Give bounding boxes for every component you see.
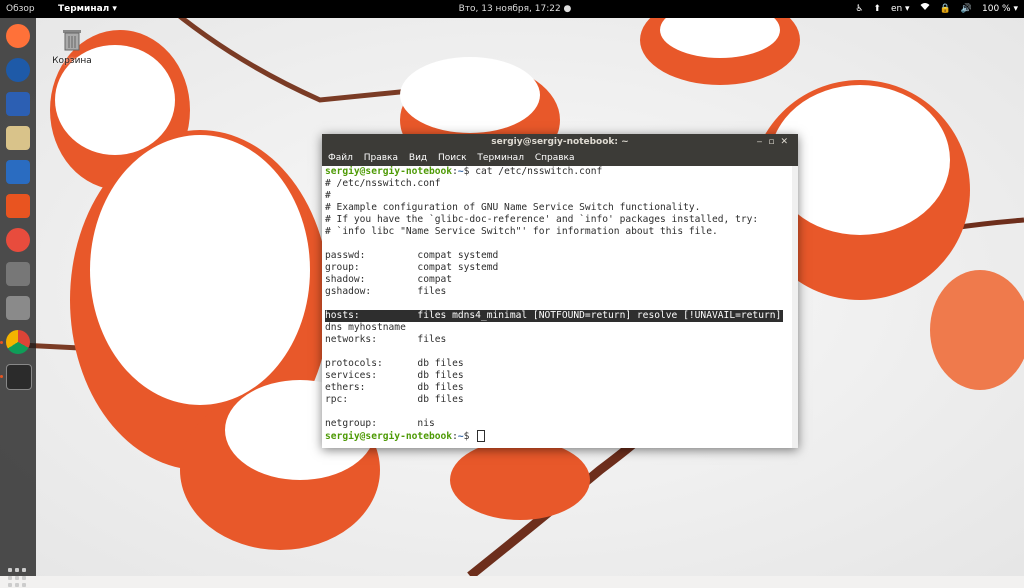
help-icon[interactable] bbox=[6, 228, 30, 252]
title-bar[interactable]: sergiy@sergiy-notebook: ~ ‒▫✕ bbox=[322, 134, 798, 150]
battery-status[interactable]: 100 % ▾ bbox=[982, 0, 1018, 18]
menu-bar: Файл Правка Вид Поиск Терминал Справка bbox=[322, 150, 798, 166]
language-indicator[interactable]: en ▾ bbox=[891, 0, 910, 18]
output-line: rpc: db files bbox=[325, 394, 464, 405]
top-bar: Обзор Терминал ▾ Вто, 13 ноября, 17:22 ●… bbox=[0, 0, 1024, 18]
prompt-sign: $ bbox=[463, 431, 470, 442]
terminal-window[interactable]: sergiy@sergiy-notebook: ~ ‒▫✕ Файл Правк… bbox=[322, 134, 798, 448]
text-cursor bbox=[477, 430, 486, 442]
prompt-line[interactable]: sergiy@sergiy-notebook:~$ bbox=[325, 430, 486, 442]
scrollbar[interactable] bbox=[792, 166, 798, 448]
menu-file[interactable]: Файл bbox=[328, 153, 353, 163]
menu-edit[interactable]: Правка bbox=[364, 153, 398, 163]
firefox-icon[interactable] bbox=[6, 24, 30, 48]
output-line: services: db files bbox=[325, 370, 464, 381]
menu-search[interactable]: Поиск bbox=[438, 153, 467, 163]
command-line: sergiy@sergiy-notebook:~$ cat /etc/nsswi… bbox=[325, 166, 603, 177]
lock-icon[interactable]: 🔒 bbox=[940, 0, 951, 18]
thunderbird-icon[interactable] bbox=[6, 58, 30, 82]
trash-icon bbox=[63, 30, 81, 51]
rhythmbox-icon[interactable] bbox=[6, 126, 30, 150]
disks-icon[interactable] bbox=[6, 262, 30, 286]
minimize-icon[interactable]: ‒ bbox=[757, 137, 769, 147]
output-line: networks: files bbox=[325, 334, 447, 345]
output-line: # If you have the `glibc-doc-reference' … bbox=[325, 214, 759, 225]
menu-terminal[interactable]: Терминал bbox=[477, 153, 524, 163]
prompt-user: sergiy@sergiy-notebook bbox=[325, 166, 453, 177]
trash-desktop-item[interactable]: Корзина bbox=[48, 28, 96, 66]
activities-button[interactable]: Обзор bbox=[6, 0, 35, 18]
output-line: group: compat systemd bbox=[325, 262, 499, 273]
output-line: shadow: compat bbox=[325, 274, 453, 285]
files-icon[interactable] bbox=[6, 92, 30, 116]
settings-tools-icon[interactable] bbox=[6, 296, 30, 320]
accessibility-icon[interactable]: ♿ bbox=[855, 0, 863, 18]
menu-view[interactable]: Вид bbox=[409, 153, 427, 163]
window-title: sergiy@sergiy-notebook: ~ bbox=[491, 137, 629, 147]
output-line: ethers: db files bbox=[325, 382, 464, 393]
app-menu-button[interactable]: Терминал ▾ bbox=[58, 0, 117, 18]
system-tray[interactable]: ♿ ⬆ en ▾ 🔒 🔊 100 % ▾ bbox=[855, 0, 1018, 18]
libreoffice-writer-icon[interactable] bbox=[6, 160, 30, 184]
output-line: # Example configuration of GNU Name Serv… bbox=[325, 202, 701, 213]
output-line: protocols: db files bbox=[325, 358, 464, 369]
output-line: gshadow: files bbox=[325, 286, 447, 297]
running-indicator bbox=[0, 375, 3, 378]
dock bbox=[0, 18, 36, 588]
output-line: netgroup: nis bbox=[325, 418, 435, 429]
prompt-user: sergiy@sergiy-notebook bbox=[325, 431, 453, 442]
terminal-output[interactable]: sergiy@sergiy-notebook:~$ cat /etc/nsswi… bbox=[322, 166, 798, 448]
output-line: # /etc/nsswitch.conf bbox=[325, 178, 441, 189]
trash-label: Корзина bbox=[52, 56, 92, 66]
output-line: # `info libc "Name Service Switch"' for … bbox=[325, 226, 718, 237]
update-icon[interactable]: ⬆ bbox=[873, 0, 881, 18]
output-line: # bbox=[325, 190, 331, 201]
clock[interactable]: Вто, 13 ноября, 17:22 ● bbox=[440, 0, 590, 18]
command-text: cat /etc/nsswitch.conf bbox=[469, 166, 603, 177]
chrome-icon[interactable] bbox=[6, 330, 30, 354]
wifi-icon[interactable] bbox=[920, 0, 930, 18]
menu-help[interactable]: Справка bbox=[535, 153, 575, 163]
volume-icon[interactable]: 🔊 bbox=[961, 0, 972, 18]
output-line: dns myhostname bbox=[325, 322, 406, 333]
show-applications-icon[interactable] bbox=[8, 568, 28, 588]
maximize-icon[interactable]: ▫ bbox=[768, 137, 780, 147]
selected-output-line: hosts: files mdns4_minimal [NOTFOUND=ret… bbox=[325, 310, 784, 322]
software-center-icon[interactable] bbox=[6, 194, 30, 218]
close-icon[interactable]: ✕ bbox=[780, 137, 794, 147]
terminal-icon[interactable] bbox=[6, 364, 32, 390]
running-indicator bbox=[0, 341, 3, 344]
output-line: passwd: compat systemd bbox=[325, 250, 499, 261]
